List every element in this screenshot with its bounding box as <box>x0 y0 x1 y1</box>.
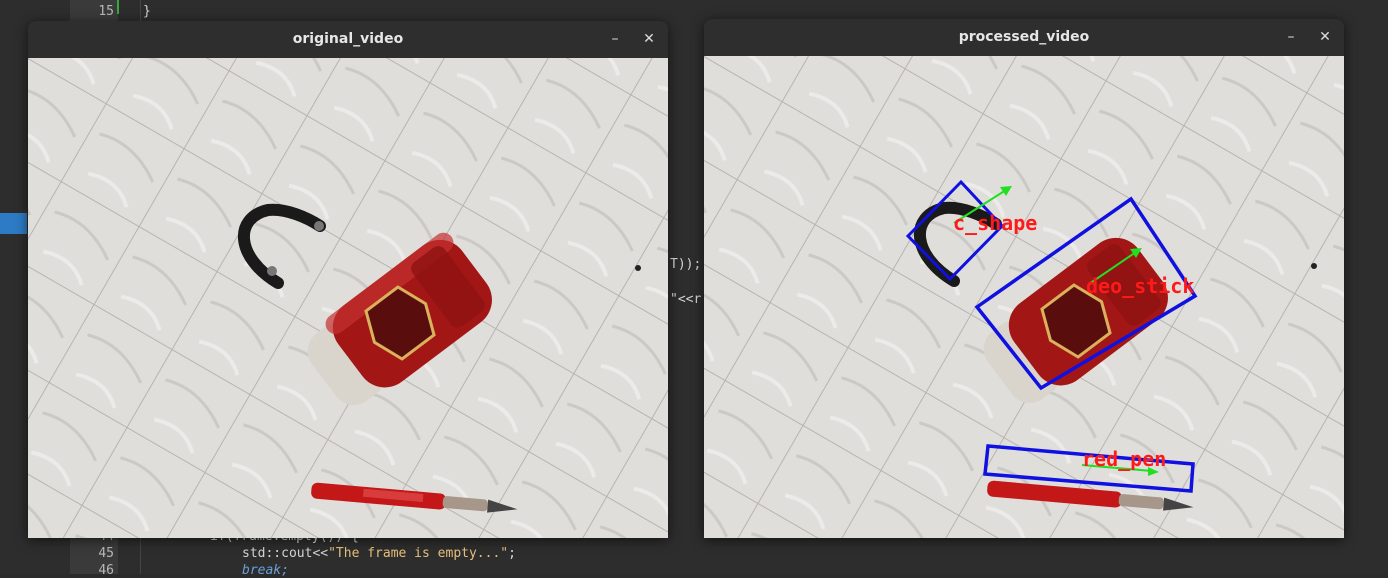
video-frame <box>28 58 668 538</box>
code-fragment: "<<r <box>670 292 702 307</box>
window-titlebar[interactable]: original_video – ✕ <box>28 21 668 59</box>
video-frame: c_shape deo_stick red_pen <box>704 56 1344 538</box>
line-number: 15 <box>98 4 114 19</box>
window-titlebar[interactable]: processed_video – ✕ <box>704 19 1344 57</box>
window-title: processed_video <box>958 29 1090 45</box>
line-number: 45 <box>98 546 114 561</box>
minimize-button[interactable]: – <box>604 28 626 50</box>
minimize-button[interactable]: – <box>1280 26 1302 48</box>
code-keyword: break; <box>242 563 289 578</box>
code-line: break; <box>242 563 289 578</box>
video-frame-image: c_shape deo_stick red_pen <box>704 56 1344 538</box>
detection-label: c_shape <box>953 211 1037 235</box>
code-line: std::cout<<"The frame is empty..."; <box>242 546 516 561</box>
code-string: "The frame is empty..." <box>328 546 509 561</box>
line-number: 46 <box>98 563 114 578</box>
sidebar-active-marker <box>0 213 27 234</box>
close-button[interactable]: ✕ <box>1314 26 1336 48</box>
code-line: } <box>143 4 151 19</box>
close-button[interactable]: ✕ <box>638 28 660 50</box>
video-frame-image <box>28 58 668 538</box>
detection-label: deo_stick <box>1086 274 1194 298</box>
original-video-window: original_video – ✕ <box>28 21 668 538</box>
processed-video-window: processed_video – ✕ c_shape deo_stick re… <box>704 19 1344 538</box>
git-change-marker <box>117 0 119 14</box>
detection-label: red_pen <box>1082 447 1166 471</box>
code-token: ; <box>508 546 516 561</box>
code-token: std::cout<< <box>242 546 329 561</box>
window-title: original_video <box>292 31 404 47</box>
code-fragment: T)); <box>670 257 702 272</box>
